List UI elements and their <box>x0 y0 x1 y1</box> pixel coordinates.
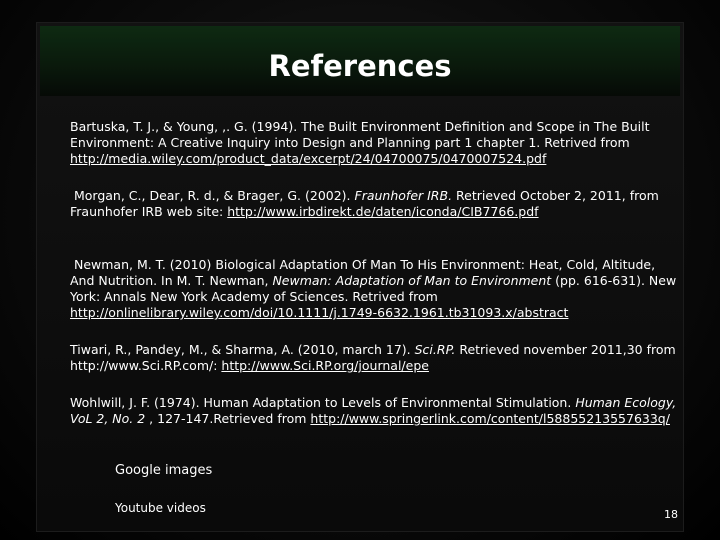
youtube-videos-note: Youtube videos <box>115 501 206 515</box>
reference-text: Bartuska, T. J., & Young, ,. G. (1994). … <box>70 119 650 150</box>
reference-item-tiwari: Tiwari, R., Pandey, M., & Sharma, A. (20… <box>70 342 680 374</box>
reference-link[interactable]: http://www.irbdirekt.de/daten/iconda/CIB… <box>227 204 538 219</box>
reference-link[interactable]: http://www.Sci.RP.org/journal/epe <box>221 358 429 373</box>
reference-item-wohlwill: Wohlwill, J. F. (1974). Human Adaptation… <box>70 395 680 427</box>
reference-link[interactable]: http://onlinelibrary.wiley.com/doi/10.11… <box>70 305 568 320</box>
reference-link[interactable]: http://media.wiley.com/product_data/exce… <box>70 151 546 166</box>
google-images-note: Google images <box>115 463 213 478</box>
reference-text: Wohlwill, J. F. (1974). Human Adaptation… <box>70 395 576 410</box>
page-title: References <box>268 49 452 83</box>
reference-item-newman: Newman, M. T. (2010) Biological Adaptati… <box>70 257 680 321</box>
reference-text: Morgan, C., Dear, R. d., & Brager, G. (2… <box>73 188 355 203</box>
reference-link[interactable]: http://www.springerlink.com/content/l588… <box>310 411 670 426</box>
reference-item-bartuska: Bartuska, T. J., & Young, ,. G. (1994). … <box>70 119 680 167</box>
page-number: 18 <box>664 508 678 521</box>
reference-italic: Newman: Adaptation of Man to Environment <box>272 273 552 288</box>
reference-item-morgan: Morgan, C., Dear, R. d., & Brager, G. (2… <box>70 188 680 220</box>
reference-text: , 127-147.Retrieved from <box>145 411 311 426</box>
reference-italic: Fraunhofer IRB. <box>354 188 453 203</box>
reference-text: Tiwari, R., Pandey, M., & Sharma, A. (20… <box>70 342 415 357</box>
reference-italic: Sci.RP. <box>414 342 456 357</box>
